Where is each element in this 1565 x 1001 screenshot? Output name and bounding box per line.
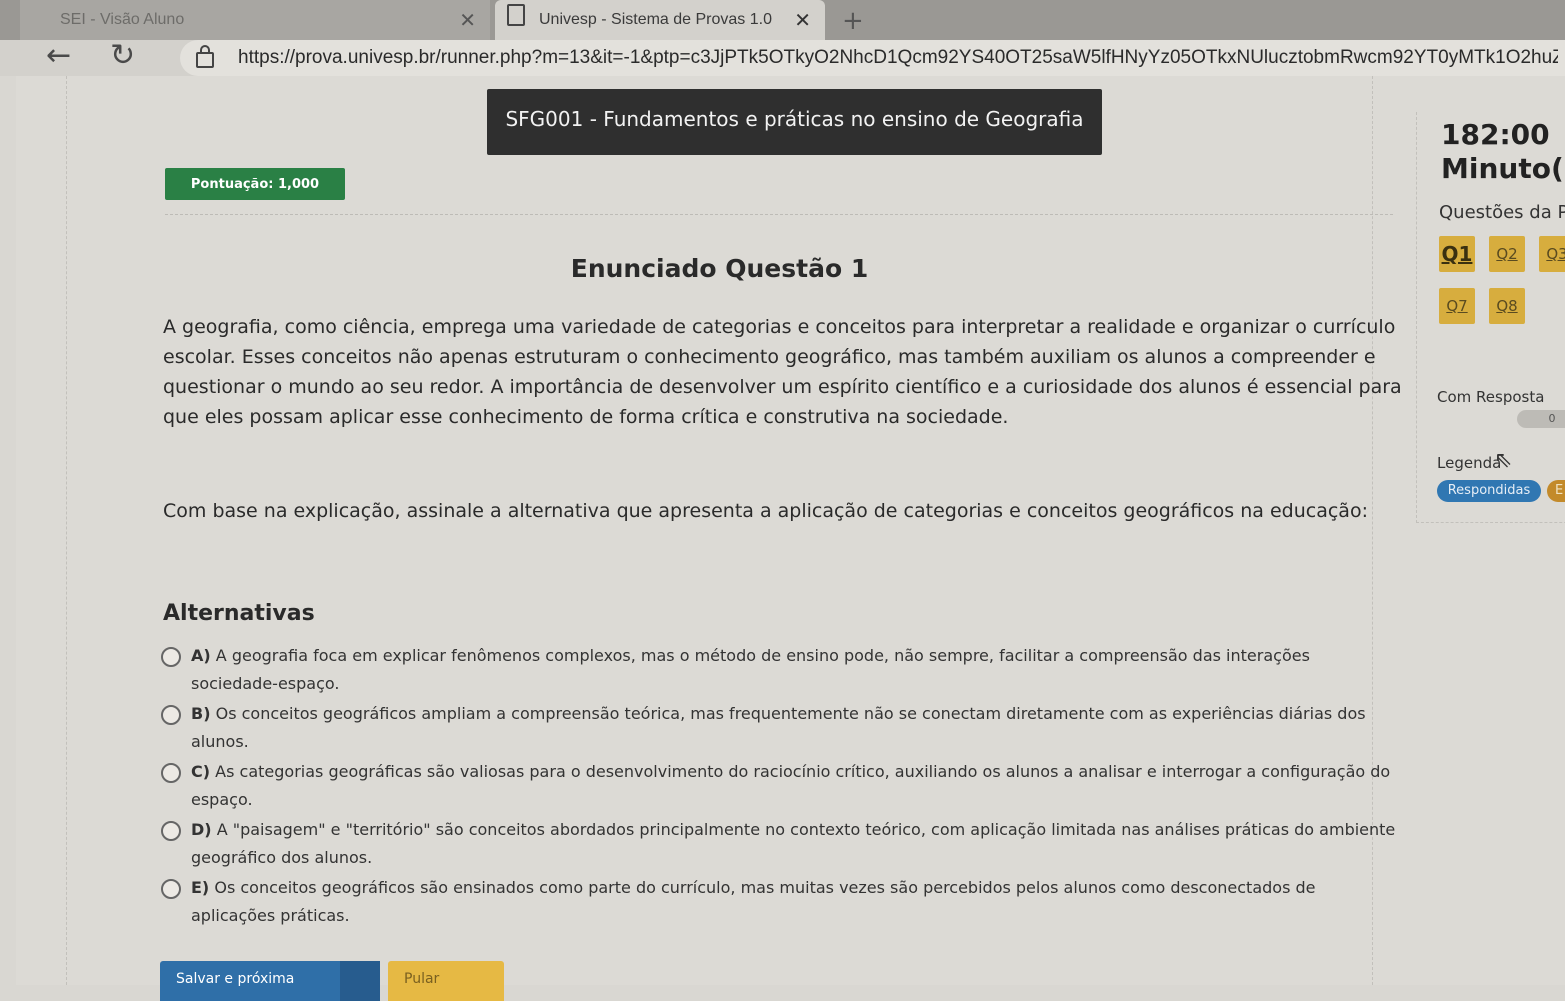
exam-page: SFG001 - Fundamentos e práticas no ensin… bbox=[16, 76, 1565, 1001]
url-text[interactable]: https://prova.univesp.br/runner.php?m=13… bbox=[238, 47, 1558, 69]
alternatives-list: A) A geografia foca em explicar fenômeno… bbox=[161, 642, 1401, 932]
close-icon[interactable]: ✕ bbox=[459, 8, 476, 33]
answered-label: Com Resposta bbox=[1437, 388, 1545, 406]
alternative-text: Os conceitos geográficos ampliam a compr… bbox=[191, 704, 1366, 751]
new-tab-icon[interactable]: + bbox=[842, 6, 864, 36]
question-nav-q7[interactable]: Q7 bbox=[1439, 288, 1475, 324]
alternative-letter: B) bbox=[191, 704, 211, 723]
question-panel: SFG001 - Fundamentos e práticas no ensin… bbox=[66, 76, 1402, 1001]
question-nav-q3[interactable]: Q3 bbox=[1539, 236, 1565, 272]
question-statement: A geografia, como ciência, emprega uma v… bbox=[163, 316, 1402, 428]
course-title: SFG001 - Fundamentos e práticas no ensin… bbox=[487, 89, 1102, 155]
browser-tab-bar: SEI - Visão Aluno ✕ Univesp - Sistema de… bbox=[0, 0, 1565, 40]
legend-label: Legenda bbox=[1437, 454, 1502, 472]
alternative-text: A "paisagem" e "território" são conceito… bbox=[191, 820, 1396, 867]
alternative-letter: D) bbox=[191, 820, 212, 839]
question-nav-q2[interactable]: Q2 bbox=[1489, 236, 1525, 272]
radio-button[interactable] bbox=[161, 879, 181, 899]
alternative-c[interactable]: C) As categorias geográficas são valiosa… bbox=[161, 758, 1401, 815]
timer-unit: Minuto(s) bbox=[1441, 152, 1565, 185]
alternative-a[interactable]: A) A geografia foca em explicar fenômeno… bbox=[161, 642, 1401, 699]
legend-other-badge: E bbox=[1547, 480, 1565, 502]
alternative-letter: A) bbox=[191, 646, 211, 665]
alternative-b[interactable]: B) Os conceitos geográficos ampliam a co… bbox=[161, 700, 1401, 757]
document-icon bbox=[507, 4, 525, 26]
legend-answered-badge: Respondidas bbox=[1437, 480, 1541, 502]
save-next-button[interactable]: Salvar e próxima bbox=[160, 961, 380, 1001]
alternative-text: As categorias geográficas são valiosas p… bbox=[191, 762, 1391, 809]
browser-tab-sei[interactable]: SEI - Visão Aluno ✕ bbox=[20, 0, 490, 40]
radio-button[interactable] bbox=[161, 647, 181, 667]
question-title: Enunciado Questão 1 bbox=[570, 254, 869, 283]
browser-tab-univesp[interactable]: Univesp - Sistema de Provas 1.0 ✕ bbox=[495, 0, 825, 40]
dropdown-arrow-icon[interactable] bbox=[340, 961, 380, 1001]
divider bbox=[165, 214, 1393, 215]
question-nav-q8[interactable]: Q8 bbox=[1489, 288, 1525, 324]
close-icon[interactable]: ✕ bbox=[794, 8, 811, 33]
side-panel: 182:00 Minuto(s) Questões da P Q1 Q2 Q3 … bbox=[1416, 112, 1565, 523]
lock-icon bbox=[196, 45, 214, 68]
tab-title: Univesp - Sistema de Provas 1.0 bbox=[539, 11, 772, 28]
reload-icon[interactable]: ↻ bbox=[110, 38, 135, 73]
alternative-d[interactable]: D) A "paisagem" e "território" são conce… bbox=[161, 816, 1401, 873]
timer: 182:00 bbox=[1441, 118, 1550, 151]
questions-label: Questões da P bbox=[1439, 202, 1565, 223]
radio-button[interactable] bbox=[161, 821, 181, 841]
skip-button[interactable]: Pular bbox=[388, 961, 504, 1001]
question-nav-q1[interactable]: Q1 bbox=[1439, 236, 1475, 272]
tab-title: SEI - Visão Aluno bbox=[60, 11, 185, 28]
alternative-letter: C) bbox=[191, 762, 211, 781]
mouse-cursor-icon: ⇖ bbox=[1494, 448, 1513, 473]
course-title-text: SFG001 - Fundamentos e práticas no ensin… bbox=[505, 107, 1084, 131]
address-bar[interactable]: https://prova.univesp.br/runner.php?m=13… bbox=[180, 40, 1565, 76]
answered-count: 0 bbox=[1517, 410, 1565, 428]
alternatives-title: Alternativas bbox=[163, 601, 315, 626]
score-badge: Pontuação: 1,000 bbox=[165, 168, 345, 200]
alternative-text: A geografia foca em explicar fenômenos c… bbox=[191, 646, 1310, 693]
radio-button[interactable] bbox=[161, 763, 181, 783]
question-prompt: Com base na explicação, assinale a alter… bbox=[163, 500, 1368, 522]
back-arrow-icon[interactable]: ← bbox=[46, 38, 71, 73]
radio-button[interactable] bbox=[161, 705, 181, 725]
alternative-text: Os conceitos geográficos são ensinados c… bbox=[191, 878, 1316, 925]
alternative-e[interactable]: E) Os conceitos geográficos são ensinado… bbox=[161, 874, 1401, 931]
alternative-letter: E) bbox=[191, 878, 210, 897]
browser-nav-bar: ← ↻ https://prova.univesp.br/runner.php?… bbox=[0, 38, 1565, 76]
